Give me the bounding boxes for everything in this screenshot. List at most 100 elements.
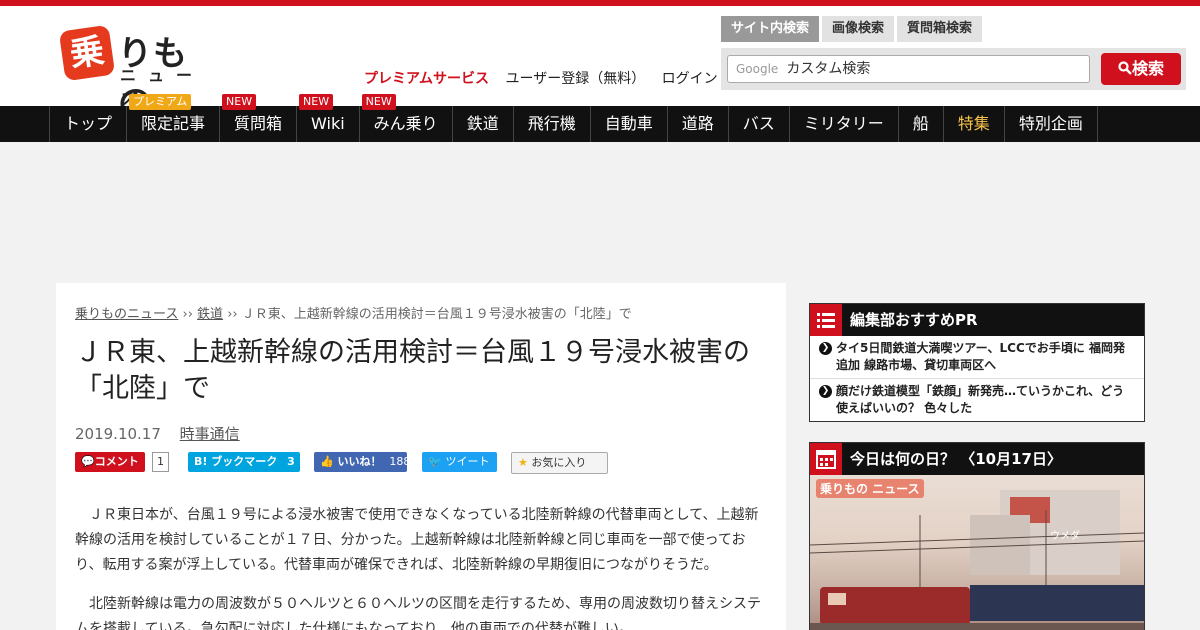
search-box: Google カスタム検索 検索	[721, 48, 1186, 90]
twitter-bird-icon: 🐦	[428, 455, 442, 468]
breadcrumb: 乗りものニュース ›› 鉄道 ›› ＪＲ東、上越新幹線の活用検討＝台風１９号浸水…	[75, 303, 632, 322]
hatena-bookmark-button[interactable]: B! ブックマーク 3	[188, 452, 300, 472]
station-sign: ウメダ	[1050, 531, 1080, 542]
logo-badge: 乗	[58, 24, 116, 82]
editor-pr-title: 編集部おすすめPR	[850, 311, 978, 329]
nav-label: 道路	[681, 114, 714, 133]
comment-icon: 💬	[81, 455, 95, 468]
nav-label: 鉄道	[466, 114, 499, 133]
nav-label: ミリタリー	[803, 114, 884, 133]
tab-image-search[interactable]: 画像検索	[822, 16, 895, 42]
article-title: ＪＲ東、上越新幹線の活用検討＝台風１９号浸水被害の「北陸」で	[75, 337, 750, 404]
tweet-label: ツイート	[445, 455, 490, 468]
today-photo[interactable]: 乗りもの ニュース ウメダ	[810, 475, 1144, 630]
pr-list-item[interactable]: ❯ 顔だけ鉄道模型「鉄顔」新発売…ていうかこれ、どう使えばいいの？ 色々した	[810, 379, 1144, 421]
new-badge: NEW	[299, 94, 334, 110]
search-button[interactable]: 検索	[1101, 53, 1181, 85]
nav-label: 質問箱	[234, 114, 283, 133]
facebook-like-button[interactable]: 👍 いいね！ 188	[314, 452, 411, 472]
comment-button[interactable]: 💬コメント	[75, 452, 145, 472]
fb-label: いいね！	[337, 455, 382, 468]
main-nav: トップ プレミアム 限定記事 NEW 質問箱 NEW Wiki NEW みん乗り 鉄道 …	[0, 94, 1200, 142]
new-badge: NEW	[222, 94, 257, 110]
chevron-right-icon: ❯	[819, 342, 832, 355]
nav-item-limited[interactable]: プレミアム限定記事	[126, 94, 219, 142]
nav-label: Wiki	[311, 114, 345, 133]
article-paragraph: ＪＲ東日本が、台風１９号による浸水被害で使用できなくなっている北陸新幹線の代替車…	[75, 507, 759, 573]
search-placeholder: カスタム検索	[786, 61, 871, 77]
nav-item-railway[interactable]: 鉄道	[451, 106, 513, 142]
nav-item-military[interactable]: ミリタリー	[788, 106, 898, 142]
chevron-right-icon: ❯	[819, 385, 832, 398]
breadcrumb-separator: ››	[182, 307, 193, 322]
breadcrumb-category-link[interactable]: 鉄道	[197, 307, 223, 322]
site-logo[interactable]: 乗 りもの ニュース	[58, 24, 222, 123]
nav-item-car[interactable]: 自動車	[589, 106, 667, 142]
nav-item-road[interactable]: 道路	[666, 106, 728, 142]
favorite-label: お気に入り	[531, 456, 587, 469]
nav-label: トップ	[64, 114, 113, 133]
editor-pr-header: 編集部おすすめPR	[810, 304, 1144, 336]
nav-label: バス	[742, 114, 775, 133]
search-icon	[1118, 61, 1132, 75]
ad-space	[0, 142, 1200, 282]
tweet-button[interactable]: 🐦 ツイート	[422, 452, 497, 472]
nav-item-minnori[interactable]: NEW みん乗り	[358, 94, 452, 142]
nav-item-top[interactable]: トップ	[49, 106, 126, 142]
star-icon: ★	[518, 456, 528, 469]
breadcrumb-separator: ››	[227, 307, 238, 322]
nav-label: みん乗り	[373, 114, 438, 133]
nav-label: 自動車	[604, 114, 653, 133]
breadcrumb-current: ＪＲ東、上越新幹線の活用検討＝台風１９号浸水被害の「北陸」で	[241, 307, 632, 322]
hatena-icon: B!	[194, 455, 208, 468]
search-button-label: 検索	[1131, 59, 1164, 78]
nav-label: 特集	[957, 114, 990, 133]
nav-label: 特別企画	[1018, 114, 1083, 133]
article-paragraph: 北陸新幹線は電力の周波数が５０ヘルツと６０ヘルツの区間を走行するため、専用の周波…	[75, 596, 761, 630]
search-input[interactable]: Google カスタム検索	[727, 55, 1090, 83]
register-link[interactable]: ユーザー登録（無料）	[505, 71, 645, 87]
editor-pr-box: 編集部おすすめPR ❯ タイ5日間鉄道大満喫ツアー、LCCでお手頃に 福岡発追加…	[809, 303, 1145, 422]
today-box: 今日は何の日？ 〈10月17日〉 乗りもの ニュース ウメダ	[809, 442, 1145, 630]
google-label: Google	[736, 62, 779, 76]
hatena-count: 3	[287, 455, 295, 468]
nav-label: 飛行機	[527, 114, 576, 133]
premium-badge: プレミアム	[129, 94, 192, 110]
article-meta: 2019.10.17 時事通信	[75, 423, 240, 444]
hatena-label: ブックマーク	[211, 455, 278, 468]
nav-item-ship[interactable]: 船	[897, 106, 943, 142]
article-body: ＪＲ東日本が、台風１９号による浸水被害で使用できなくなっている北陸新幹線の代替車…	[75, 503, 765, 630]
nav-label: 限定記事	[141, 114, 206, 133]
thumbs-up-icon: 👍	[320, 455, 334, 468]
nav-item-feature[interactable]: 特集	[942, 106, 1004, 142]
list-icon	[810, 304, 842, 336]
comment-count: 1	[152, 452, 169, 472]
train-illustration	[810, 490, 1144, 630]
nav-item-wiki[interactable]: NEW Wiki	[296, 94, 359, 142]
nav-items: トップ プレミアム 限定記事 NEW 質問箱 NEW Wiki NEW みん乗り 鉄道 …	[49, 94, 1098, 142]
calendar-icon	[810, 443, 842, 475]
today-title: 今日は何の日？ 〈10月17日〉	[850, 450, 1062, 468]
article-date: 2019.10.17	[75, 425, 161, 443]
fb-count: 188	[389, 455, 411, 468]
today-header: 今日は何の日？ 〈10月17日〉	[810, 443, 1144, 475]
pr-item-text: タイ5日間鉄道大満喫ツアー、LCCでお手頃に 福岡発追加 線路市場、貸切車両区へ	[836, 341, 1125, 372]
pr-list-item[interactable]: ❯ タイ5日間鉄道大満喫ツアー、LCCでお手頃に 福岡発追加 線路市場、貸切車両…	[810, 336, 1144, 379]
site-header: 乗 りもの ニュース プレミアムサービス ユーザー登録（無料） ログイン サイト…	[0, 6, 1200, 123]
favorite-button[interactable]: ★ お気に入り	[511, 452, 608, 474]
nav-item-airplane[interactable]: 飛行機	[512, 106, 590, 142]
header-links: プレミアムサービス ユーザー登録（無料） ログイン	[364, 68, 730, 88]
article-panel: 乗りものニュース ›› 鉄道 ›› ＪＲ東、上越新幹線の活用検討＝台風１９号浸水…	[56, 283, 786, 630]
new-badge: NEW	[361, 94, 396, 110]
login-link[interactable]: ログイン	[662, 71, 718, 87]
nav-item-special[interactable]: 特別企画	[1003, 106, 1098, 142]
pr-item-text: 顔だけ鉄道模型「鉄顔」新発売…ていうかこれ、どう使えばいいの？ 色々した	[836, 384, 1125, 415]
tab-question-search[interactable]: 質問箱検索	[897, 16, 983, 42]
article-source-link[interactable]: 時事通信	[180, 425, 240, 443]
nav-item-questions[interactable]: NEW 質問箱	[219, 94, 296, 142]
premium-service-link[interactable]: プレミアムサービス	[364, 71, 489, 87]
nav-item-bus[interactable]: バス	[727, 106, 789, 142]
search-tabs: サイト内検索 画像検索 質問箱検索	[721, 16, 985, 42]
tab-site-search[interactable]: サイト内検索	[721, 16, 820, 42]
breadcrumb-home-link[interactable]: 乗りものニュース	[75, 307, 178, 322]
